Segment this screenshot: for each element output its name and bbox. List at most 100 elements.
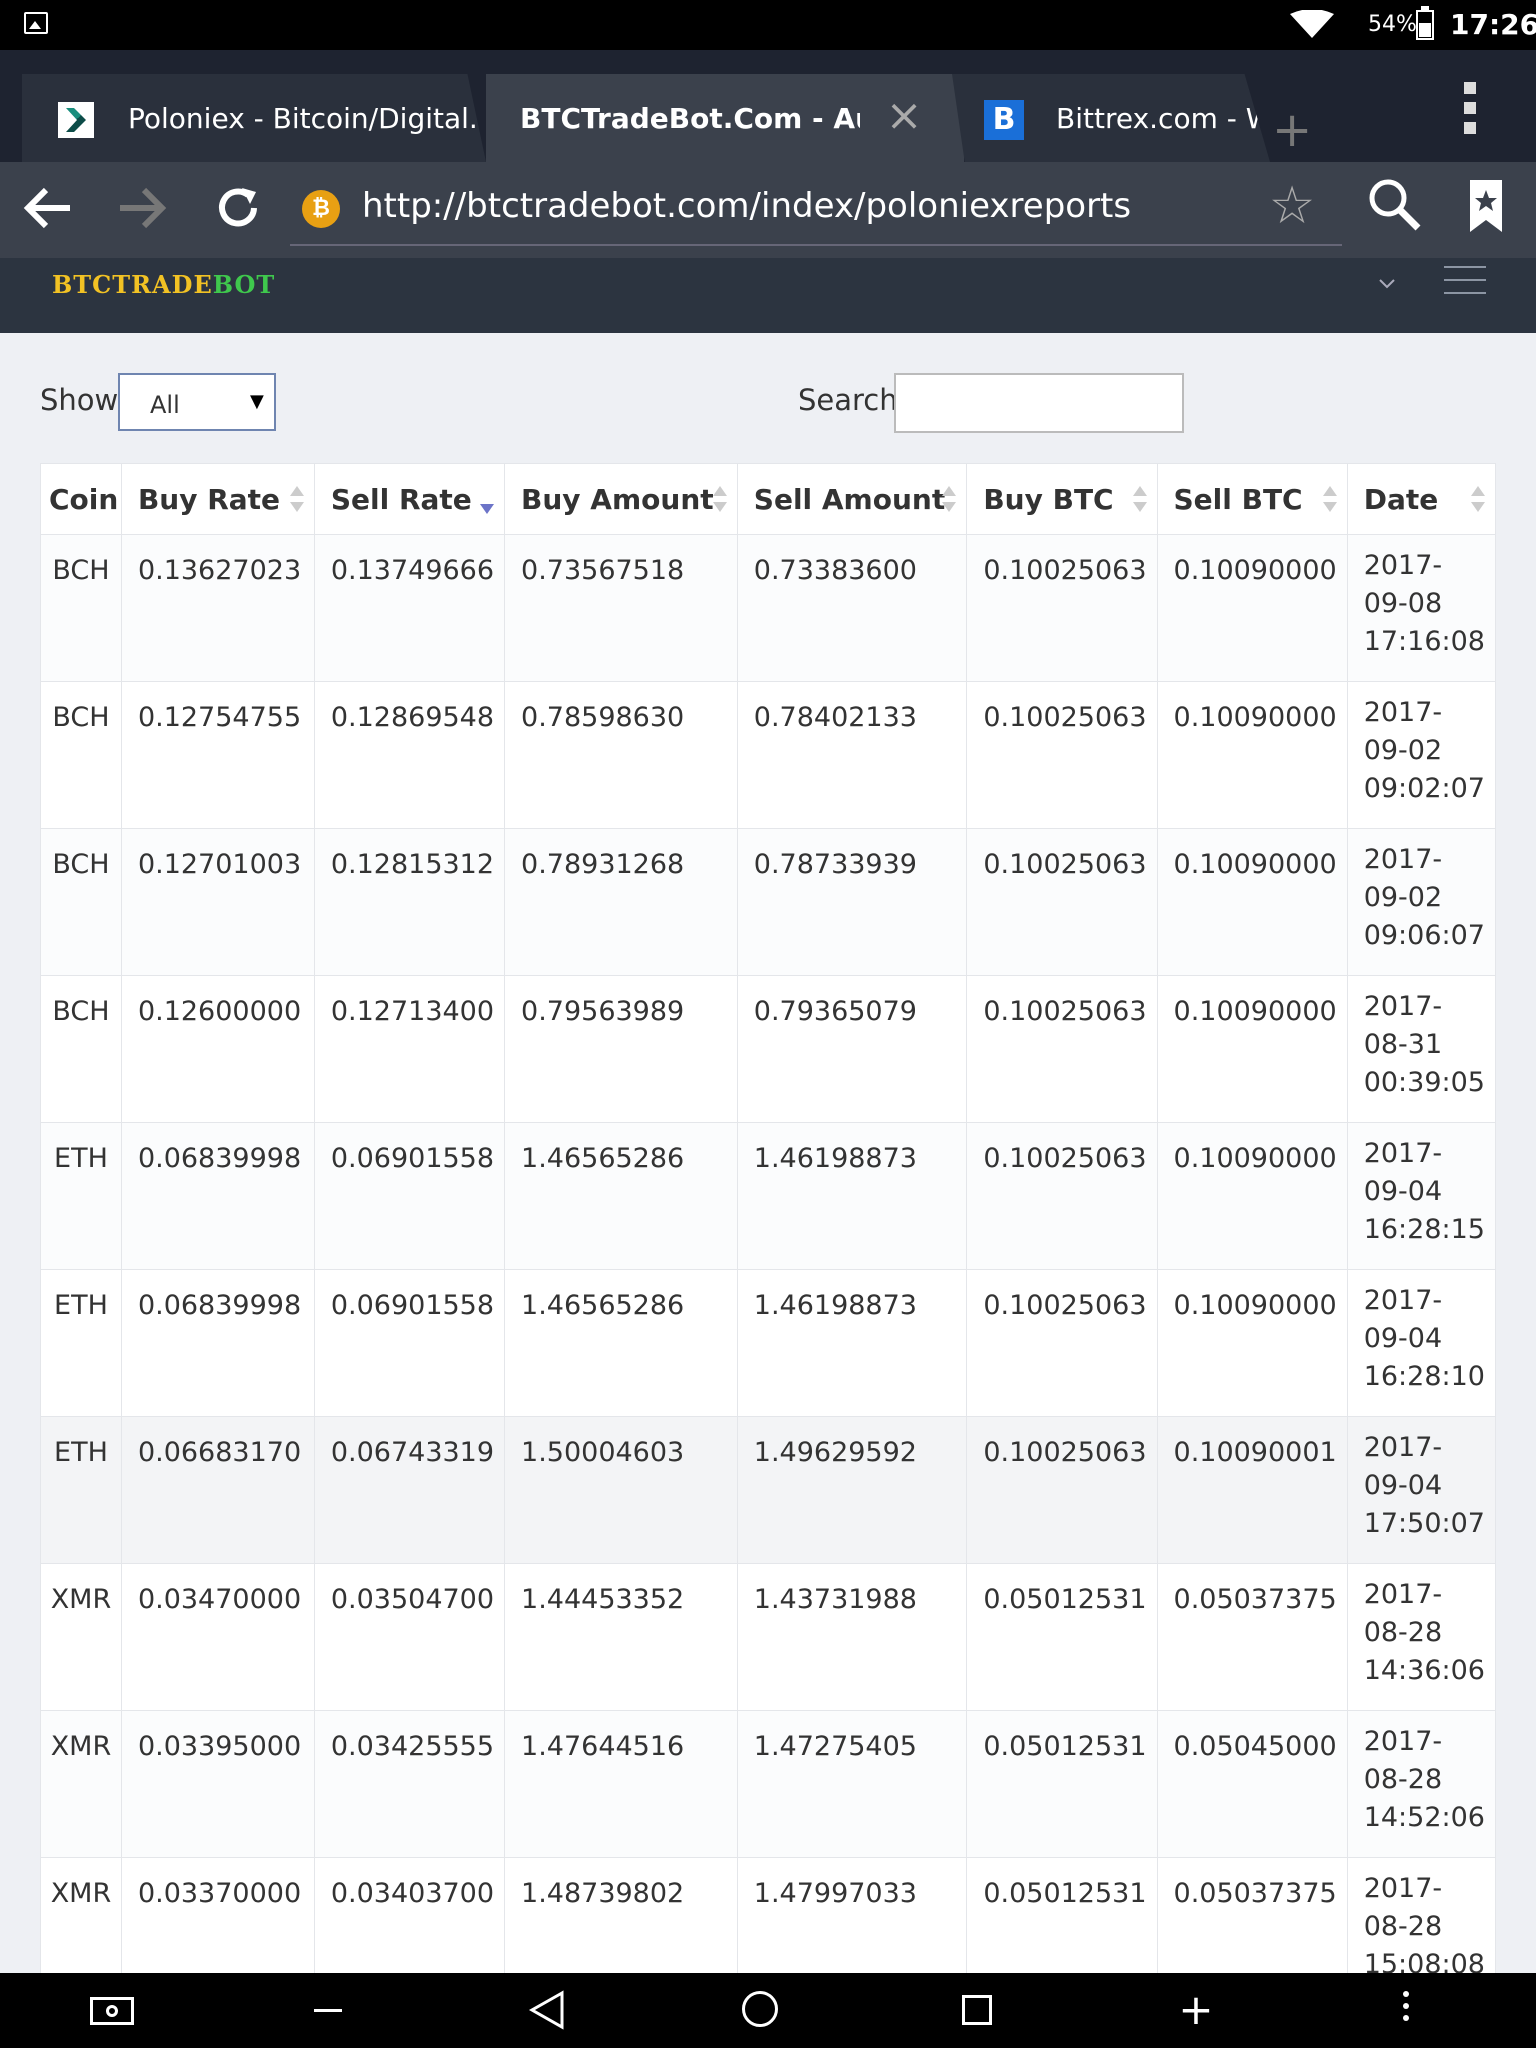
more-icon[interactable] [1376,1985,1436,2035]
recents-icon[interactable] [948,1985,1008,2035]
dropdown-arrow-icon: ▼ [250,391,264,412]
cell-buy-btc: 0.10025063 [966,1122,1158,1270]
cell-coin: XMR [40,1563,122,1711]
cell-buy-rate: 0.03395000 [120,1710,315,1858]
cell-buy-amount: 1.46565286 [504,1269,738,1417]
hamburger-menu-icon[interactable] [1444,266,1486,298]
cell-buy-rate: 0.06683170 [120,1416,315,1564]
cell-sell-amount: 1.46198873 [736,1122,968,1270]
cell-buy-btc: 0.05012531 [966,1857,1158,1973]
column-header-coin[interactable]: Coin [40,463,122,535]
cell-coin: XMR [40,1857,122,1973]
column-header-date[interactable]: Date [1346,463,1497,535]
cell-coin: ETH [40,1269,122,1417]
column-header-sell-btc[interactable]: Sell BTC [1156,463,1348,535]
search-input[interactable] [894,373,1184,433]
cell-sell-btc: 0.10090000 [1156,828,1348,976]
table-row: XMR 0.03395000 0.03425555 1.47644516 1.4… [40,1710,1497,1858]
table-row: XMR 0.03370000 0.03403700 1.48739802 1.4… [40,1857,1497,1973]
battery-percentage: 54% [1368,12,1417,37]
table-header-row: Coin Buy Rate Sell Rate Buy Amount Sell … [40,463,1497,535]
home-icon[interactable] [732,1985,792,2035]
table-row: BCH 0.13627023 0.13749666 0.73567518 0.7… [40,534,1497,682]
new-tab-icon[interactable]: + [1272,100,1322,160]
cell-buy-amount: 0.79563989 [504,975,738,1123]
column-header-sell-rate[interactable]: Sell Rate [313,463,506,535]
sort-descending-icon [480,486,495,514]
column-header-buy-amount[interactable]: Buy Amount [504,463,738,535]
tab-title: Poloniex - Bitcoin/Digital... [128,102,478,135]
show-select-value: All [150,391,180,419]
cell-sell-rate: 0.03425555 [313,1710,506,1858]
cell-buy-btc: 0.10025063 [966,975,1158,1123]
star-icon[interactable]: ☆ [1262,176,1322,236]
cell-buy-rate: 0.12754755 [120,681,315,829]
cell-date: 2017-08-28 14:36:06 [1346,1563,1497,1711]
tab-poloniex[interactable]: Poloniex - Bitcoin/Digital... [22,74,486,162]
sort-icon [1132,486,1147,514]
cell-sell-amount: 1.43731988 [736,1563,968,1711]
cell-buy-amount: 0.78931268 [504,828,738,976]
forward-arrow-icon[interactable] [110,176,174,240]
cell-sell-rate: 0.12815312 [313,828,506,976]
column-header-sell-amount[interactable]: Sell Amount [736,463,968,535]
minimize-icon[interactable] [300,1985,360,2035]
cell-sell-btc: 0.10090000 [1156,1122,1348,1270]
address-bar[interactable]: ₿ http://btctradebot.com/index/poloniexr… [290,176,1342,246]
cell-sell-btc: 0.10090001 [1156,1416,1348,1564]
show-entries-select[interactable]: All ▼ [118,373,276,431]
cell-date: 2017-09-04 16:28:15 [1346,1122,1497,1270]
cell-buy-rate: 0.12600000 [120,975,315,1123]
cell-date: 2017-08-28 14:52:06 [1346,1710,1497,1858]
status-bar: 54% 17:26 [0,0,1536,50]
back-icon[interactable] [518,1985,578,2035]
bittrex-favicon-icon: B [984,100,1024,140]
tab-strip: Poloniex - Bitcoin/Digital... BTCTradeBo… [0,50,1536,162]
cell-buy-amount: 1.44453352 [504,1563,738,1711]
cell-coin: BCH [40,828,122,976]
table-row: BCH 0.12754755 0.12869548 0.78598630 0.7… [40,681,1497,829]
sort-icon [712,486,727,514]
cell-buy-btc: 0.10025063 [966,828,1158,976]
browser-toolbar: ₿ http://btctradebot.com/index/poloniexr… [0,162,1536,258]
cell-sell-rate: 0.12869548 [313,681,506,829]
url-text[interactable]: http://btctradebot.com/index/poloniexrep… [362,186,1131,226]
reload-icon[interactable] [206,176,270,240]
cell-coin: BCH [40,534,122,682]
site-logo[interactable]: BTCTRADEBOT [52,270,275,299]
tab-btctradebot[interactable]: BTCTradeBot.Com - Aut... × [486,74,964,162]
screenshot-icon[interactable] [86,1985,146,2035]
back-arrow-icon[interactable] [16,176,80,240]
search-icon[interactable] [1364,174,1424,234]
cell-sell-rate: 0.06901558 [313,1122,506,1270]
add-icon[interactable]: + [1166,1985,1226,2035]
table-row: BCH 0.12701003 0.12815312 0.78931268 0.7… [40,828,1497,976]
search-label: Search: [798,383,908,417]
cell-coin: ETH [40,1122,122,1270]
cell-sell-amount: 0.79365079 [736,975,968,1123]
cell-sell-rate: 0.12713400 [313,975,506,1123]
cell-buy-rate: 0.13627023 [120,534,315,682]
bookmark-icon[interactable] [1464,176,1508,236]
browser-menu-icon[interactable] [1458,82,1482,142]
column-header-buy-btc[interactable]: Buy BTC [966,463,1158,535]
column-header-buy-rate[interactable]: Buy Rate [120,463,315,535]
cell-buy-btc: 0.05012531 [966,1563,1158,1711]
reports-table: Coin Buy Rate Sell Rate Buy Amount Sell … [40,463,1497,1973]
table-row: ETH 0.06839998 0.06901558 1.46565286 1.4… [40,1269,1497,1417]
cell-buy-btc: 0.10025063 [966,1416,1158,1564]
cell-date: 2017-09-08 17:16:08 [1346,534,1497,682]
cell-buy-btc: 0.10025063 [966,1269,1158,1417]
chevron-down-icon[interactable] [1374,270,1400,296]
cell-buy-amount: 0.78598630 [504,681,738,829]
tab-bittrex[interactable]: B Bittrex.com - Wa [952,74,1270,162]
cell-buy-amount: 1.48739802 [504,1857,738,1973]
table-row: ETH 0.06839998 0.06901558 1.46565286 1.4… [40,1122,1497,1270]
cell-sell-btc: 0.10090000 [1156,681,1348,829]
cell-buy-btc: 0.10025063 [966,534,1158,682]
cell-sell-amount: 0.78402133 [736,681,968,829]
close-tab-icon[interactable]: × [884,94,924,138]
sort-icon [1322,486,1337,514]
wifi-icon [1290,10,1334,38]
gallery-icon [24,12,48,34]
